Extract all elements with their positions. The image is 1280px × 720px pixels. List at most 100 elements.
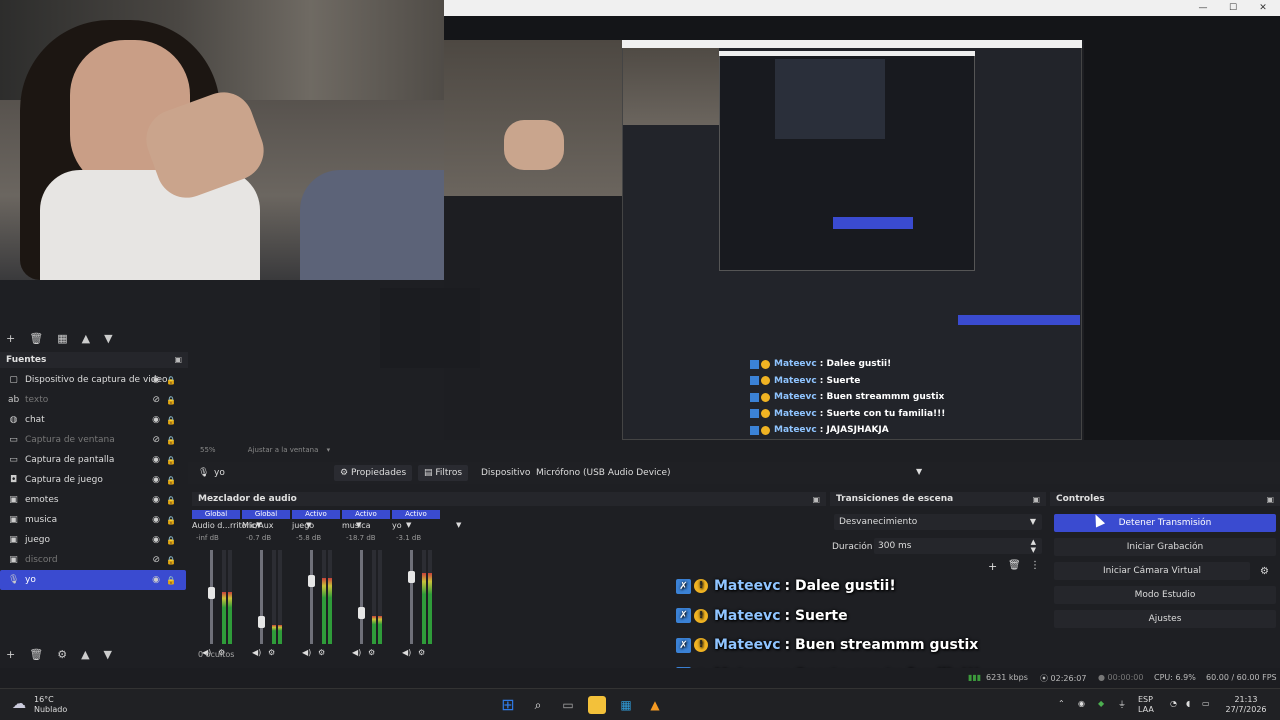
wifi-icon[interactable]: ◔ (1170, 699, 1177, 708)
channel-name[interactable]: yo (392, 521, 402, 530)
volume-slider-handle[interactable] (258, 616, 265, 628)
clock-time[interactable]: 21:13 (1220, 695, 1272, 704)
undock-icon[interactable]: ▣ (174, 355, 182, 364)
channel-mode[interactable]: Activo (392, 510, 440, 519)
speaker-icon[interactable]: ◀) (252, 648, 261, 657)
duration-field[interactable]: 300 ms ▲ ▼ (874, 538, 1042, 554)
move-scene-up-button[interactable]: ▲ (82, 332, 90, 345)
gear-icon[interactable]: ⚙ (1260, 566, 1269, 577)
eye-icon[interactable]: ◉ (152, 535, 160, 545)
minimize-button[interactable]: — (1188, 0, 1218, 16)
speaker-icon[interactable]: ◀) (352, 648, 361, 657)
stepper-icon[interactable]: ▲ ▼ (1031, 538, 1036, 554)
scene-filters-button[interactable]: ▦ (57, 332, 67, 345)
eye-icon[interactable]: ◉ (152, 515, 160, 525)
add-source-button[interactable]: + (6, 648, 15, 661)
filters-button[interactable]: ▤ Filtros (418, 465, 469, 481)
task-view-icon[interactable]: ▭ (559, 696, 577, 714)
source-item[interactable]: ▣ emotes ◉ 🔒 (0, 490, 186, 510)
source-item[interactable]: ▭ Captura de pantalla ◉ 🔒 (0, 450, 186, 470)
gear-icon[interactable]: ⚙ (368, 648, 375, 657)
lock-icon[interactable]: 🔒 (166, 556, 176, 565)
volume-slider-handle[interactable] (408, 571, 415, 583)
battery-icon[interactable]: ▭ (1202, 699, 1210, 708)
volume-icon[interactable]: ◖ (1186, 699, 1190, 708)
weather-desc[interactable]: Nublado (34, 705, 67, 714)
eye-off-icon[interactable]: ⊘ (152, 555, 160, 565)
weather-temp[interactable]: 16°C (34, 695, 54, 704)
source-item[interactable]: ◘ Captura de juego ◉ 🔒 (0, 470, 186, 490)
lock-icon[interactable]: 🔒 (166, 576, 176, 585)
lock-icon[interactable]: 🔒 (166, 396, 176, 405)
gear-icon[interactable]: ⚙ (318, 648, 325, 657)
stop-streaming-button[interactable]: Detener Transmisión (1054, 514, 1276, 532)
source-item[interactable]: ▣ musica ◉ 🔒 (0, 510, 186, 530)
lock-icon[interactable]: 🔒 (166, 476, 176, 485)
add-scene-button[interactable]: + (6, 332, 15, 345)
tray-app-icon[interactable]: ◉ (1078, 699, 1085, 708)
source-item[interactable]: 🎙 yo ◉ 🔒 (0, 570, 186, 590)
lock-icon[interactable]: 🔒 (166, 416, 176, 425)
source-settings-button[interactable]: ⚙ (57, 648, 67, 661)
source-item[interactable]: ▭ Captura de ventana ⊘ 🔒 (0, 430, 186, 450)
undock-icon[interactable]: ▣ (1266, 495, 1274, 504)
eye-off-icon[interactable]: ⊘ (152, 435, 160, 445)
transition-select[interactable]: Desvanecimiento ▼ (834, 514, 1042, 530)
start-virtual-camera-button[interactable]: Iniciar Cámara Virtual (1054, 562, 1250, 580)
channel-mode[interactable]: Activo (342, 510, 390, 519)
undock-icon[interactable]: ▣ (1032, 495, 1040, 504)
lock-icon[interactable]: 🔒 (166, 496, 176, 505)
maximize-button[interactable]: ☐ (1218, 0, 1248, 16)
eye-off-icon[interactable]: ⊘ (152, 395, 160, 405)
settings-button[interactable]: Ajustes (1054, 610, 1276, 628)
channel-name[interactable]: Mic/Aux (242, 521, 274, 530)
region[interactable]: LAA (1138, 705, 1154, 714)
chevron-down-icon[interactable]: ▼ (456, 521, 461, 529)
more-options-icon[interactable]: ⋮ (1030, 560, 1040, 571)
eye-icon[interactable]: ◉ (152, 575, 160, 585)
add-transition-button[interactable]: + (988, 560, 997, 573)
eye-icon[interactable]: ◉ (152, 455, 160, 465)
volume-slider[interactable] (358, 550, 365, 644)
speaker-icon[interactable]: ◀) (402, 648, 411, 657)
channel-mode[interactable]: Activo (292, 510, 340, 519)
volume-slider[interactable] (258, 550, 265, 644)
eye-icon[interactable]: ◉ (152, 375, 160, 385)
chevron-up-icon[interactable]: ⌃ (1058, 699, 1065, 708)
volume-slider-handle[interactable] (358, 607, 365, 619)
lock-icon[interactable]: 🔒 (166, 436, 176, 445)
preview-canvas[interactable] (380, 16, 1280, 440)
device-select[interactable]: Micrófono (USB Audio Device) (536, 468, 671, 478)
channel-name[interactable]: juego (292, 521, 314, 530)
search-icon[interactable]: ⌕ (529, 696, 547, 714)
studio-mode-button[interactable]: Modo Estudio (1054, 586, 1276, 604)
volume-slider[interactable] (308, 550, 315, 644)
store-icon[interactable]: ▦ (617, 696, 635, 714)
tray-app-icon[interactable]: ◆ (1098, 699, 1104, 708)
properties-button[interactable]: ⚙ Propiedades (334, 465, 413, 481)
language[interactable]: ESP (1138, 695, 1153, 704)
eye-icon[interactable]: ◉ (152, 495, 160, 505)
clock-date[interactable]: 27/7/2026 (1220, 705, 1272, 714)
windows-start-icon[interactable]: ⊞ (499, 696, 517, 714)
gear-icon[interactable]: ⚙ (268, 648, 275, 657)
speaker-icon[interactable]: ◀) (302, 648, 311, 657)
undock-icon[interactable]: ▣ (812, 495, 820, 504)
lock-icon[interactable]: 🔒 (166, 536, 176, 545)
lock-icon[interactable]: 🔒 (166, 456, 176, 465)
vlc-icon[interactable]: ▲ (646, 696, 664, 714)
volume-slider[interactable] (208, 550, 215, 644)
channel-mode[interactable]: Global (192, 510, 240, 519)
volume-slider[interactable] (408, 550, 415, 644)
eye-icon[interactable]: ◉ (152, 475, 160, 485)
start-recording-button[interactable]: Iniciar Grabación (1054, 538, 1276, 556)
volume-slider-handle[interactable] (208, 587, 215, 599)
source-item[interactable]: ▣ discord ⊘ 🔒 (0, 550, 186, 570)
volume-slider-handle[interactable] (308, 575, 315, 587)
eye-icon[interactable]: ◉ (152, 415, 160, 425)
trash-icon[interactable]: 🗑 (1008, 560, 1021, 571)
move-scene-down-button[interactable]: ▼ (104, 332, 112, 345)
close-button[interactable]: ✕ (1248, 0, 1278, 16)
source-item[interactable]: ab texto ⊘ 🔒 (0, 390, 186, 410)
channel-name[interactable]: musica (342, 521, 371, 530)
